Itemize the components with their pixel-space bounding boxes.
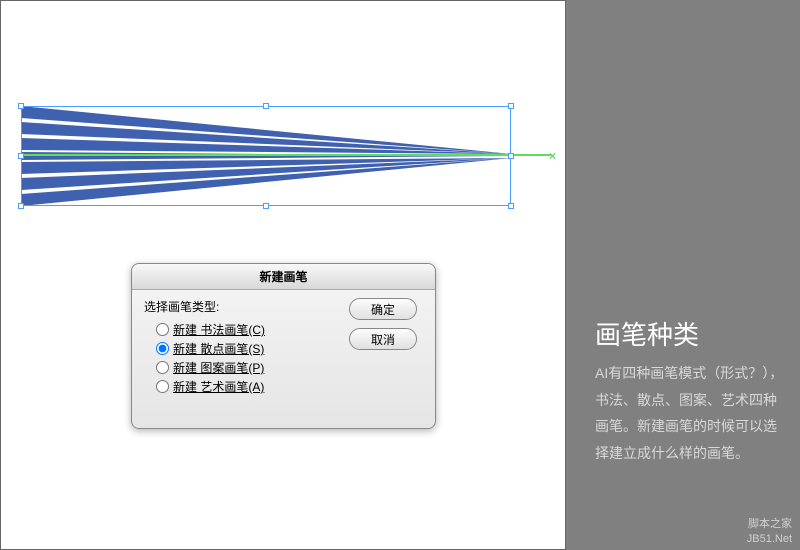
new-brush-dialog: 新建画笔 选择画笔类型: 新建 书法画笔(C) 新建 散点画笔(S) 新建 图案… [131,263,436,429]
sel-handle-tr[interactable] [508,103,514,109]
cancel-button[interactable]: 取消 [349,328,417,350]
radio-label: 新建 艺术画笔(A) [173,378,264,395]
annotation-text: AI有四种画笔模式（形式？），书法、散点、图案、艺术四种画笔。新建画笔的时候可以… [595,360,790,466]
watermark: 脚本之家 JB51.Net [747,517,792,546]
radio-label: 新建 散点画笔(S) [173,340,264,357]
dialog-title: 新建画笔 [132,264,435,290]
radio-label: 新建 书法画笔(C) [173,321,265,338]
sel-handle-ml[interactable] [18,153,24,159]
watermark-line1: 脚本之家 [747,517,792,531]
radio-art-brush[interactable]: 新建 艺术画笔(A) [156,378,423,395]
sel-handle-tl[interactable] [18,103,24,109]
sel-handle-bl[interactable] [18,203,24,209]
sel-handle-br[interactable] [508,203,514,209]
dialog-body: 选择画笔类型: 新建 书法画笔(C) 新建 散点画笔(S) 新建 图案画笔(P)… [132,290,435,430]
selection-bounding-box[interactable] [21,106,511,206]
watermark-line2: JB51.Net [747,532,792,546]
sel-handle-tc[interactable] [263,103,269,109]
radio-pattern-brush[interactable]: 新建 图案画笔(P) [156,359,423,376]
radio-label: 新建 图案画笔(P) [173,359,264,376]
artboard: × 新建画笔 选择画笔类型: 新建 书法画笔(C) 新建 散点画笔(S) 新建 … [0,0,566,550]
annotation-title: 画笔种类 [595,315,699,352]
sel-handle-bc[interactable] [263,203,269,209]
sel-handle-mr[interactable] [508,153,514,159]
ok-button[interactable]: 确定 [349,298,417,320]
path-endpoint-marker: × [549,149,559,159]
